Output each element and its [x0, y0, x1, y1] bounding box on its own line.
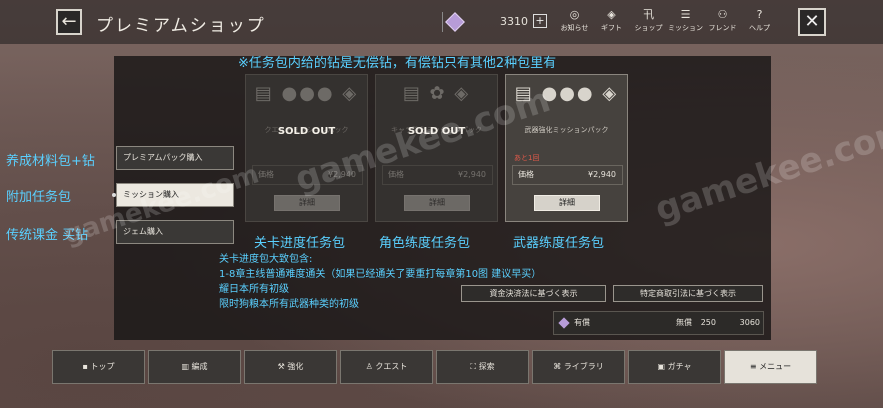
price-value: ¥2,940	[458, 170, 486, 179]
price-box: 価格 ¥2,940	[252, 165, 363, 185]
nav-label: お知らせ	[560, 24, 589, 32]
header-nav: ◎ お知らせ ◈ ギフト 卂ショップ ☰ ミッション ⚇ フレンド ? ヘルプ	[556, 8, 778, 33]
nav-gift[interactable]: ◈ ギフト	[593, 8, 630, 33]
price-label: 価格	[518, 170, 534, 179]
gem-count: 3310	[500, 15, 528, 28]
nav-label: ヘルプ	[749, 24, 770, 32]
price-label: 価格	[258, 170, 274, 179]
price-box: 価格 ¥2,940	[512, 165, 623, 185]
menu-premium-pack[interactable]: プレミアムパック購入	[116, 146, 234, 170]
close-icon: ✕	[804, 11, 820, 32]
bottom-nav-menu[interactable]: ≡ メニュー	[724, 350, 817, 384]
bottom-nav-explore[interactable]: ⛶ 探索	[436, 350, 529, 384]
annotation-notes: 关卡进度包大致包含: 1-8章主线普通难度通关（如果已经通关了要重打每章第10图…	[219, 252, 541, 312]
note-line: 关卡进度包大致包含:	[219, 254, 313, 265]
annotation-top: ※任务包内给的钻是无偿钻，有偿钻只有其他2种包里有	[238, 56, 557, 71]
nav-mission[interactable]: ☰ ミッション	[667, 8, 704, 33]
pack-icon: ▤ ✿ ◈	[402, 83, 471, 104]
pack-name: 武器強化ミッションパック	[524, 126, 609, 134]
bottom-nav-quest[interactable]: ♙ クエスト	[340, 350, 433, 384]
detail-button[interactable]: 詳細	[404, 195, 470, 211]
header-divider	[442, 12, 443, 32]
pack-icon: ▤ ●●● ◈	[254, 83, 359, 104]
gem-icon	[558, 317, 570, 329]
pack-card-character[interactable]: ▤ ✿ ◈ キャラ強化ミッションパック SOLD OUT 価格 ¥2,940 詳細	[375, 74, 498, 222]
page-title: プレミアムショップ	[96, 16, 266, 36]
paid-label: 有償	[574, 318, 590, 327]
back-arrow-icon: ←	[61, 11, 77, 32]
caption-quest-pack: 关卡进度任务包	[254, 236, 346, 251]
nav-label: ミッション	[668, 24, 703, 32]
nav-label: ショップ	[634, 24, 663, 32]
detail-button[interactable]: 詳細	[274, 195, 340, 211]
pack-card-quest[interactable]: ▤ ●●● ◈ クエストミッションパック SOLD OUT 価格 ¥2,940 詳…	[245, 74, 368, 222]
nav-friend[interactable]: ⚇ フレンド	[704, 8, 741, 33]
bottom-nav: ▪ トップ ▥ 編成 ⚒ 強化 ♙ クエスト ⛶ 探索 ⌘ ライブラリ ▣ ガチ…	[52, 350, 817, 384]
friend-icon: ⚇	[717, 8, 728, 21]
pack-card-weapon[interactable]: ▤ ●●● ◈ 武器強化ミッションパック あと1回 価格 ¥2,940 詳細	[505, 74, 628, 222]
caption-character-pack: 角色练度任务包	[379, 236, 471, 251]
gem-balance: 有償 250 無償 3060	[553, 311, 764, 335]
bottom-nav-top[interactable]: ▪ トップ	[52, 350, 145, 384]
detail-button[interactable]: 詳細	[534, 195, 600, 211]
menu-mission-purchase[interactable]: ミッション購入	[116, 183, 234, 207]
close-button[interactable]: ✕	[798, 8, 826, 36]
pack-icon: ▤ ●●● ◈	[514, 83, 619, 104]
price-value: ¥2,940	[328, 170, 356, 179]
menu-gem-purchase[interactable]: ジェム購入	[116, 220, 234, 244]
sold-out-label: SOLD OUT	[277, 126, 336, 137]
annotation-mission: 附加任务包	[6, 190, 72, 205]
shop-icon: 卂	[643, 8, 654, 21]
bottom-nav-library[interactable]: ⌘ ライブラリ	[532, 350, 625, 384]
purchase-limit: あと1回	[514, 154, 540, 162]
free-label: 無償	[676, 318, 692, 327]
nav-help[interactable]: ? ヘルプ	[741, 8, 778, 33]
bottom-nav-formation[interactable]: ▥ 編成	[148, 350, 241, 384]
bottom-nav-gacha[interactable]: ▣ ガチャ	[628, 350, 721, 384]
commerce-law-button[interactable]: 特定商取引法に基づく表示	[613, 285, 763, 302]
gem-icon	[445, 12, 465, 32]
bottom-nav-enhance[interactable]: ⚒ 強化	[244, 350, 337, 384]
price-value: ¥2,940	[588, 170, 616, 179]
sold-out-label: SOLD OUT	[407, 126, 466, 137]
note-line: 1-8章主线普通难度通关（如果已经通关了要重打每章第10图 建议早买）	[219, 269, 542, 280]
annotation-premium: 养成材料包+钻	[6, 154, 95, 169]
add-gem-button[interactable]: +	[533, 14, 547, 28]
nav-label: フレンド	[708, 24, 737, 32]
selected-indicator	[112, 193, 116, 197]
price-box: 価格 ¥2,940	[382, 165, 493, 185]
payment-law-button[interactable]: 資金決済法に基づく表示	[461, 285, 606, 302]
price-label: 価格	[388, 170, 404, 179]
help-icon: ?	[756, 8, 763, 21]
nav-shop[interactable]: 卂ショップ	[630, 8, 667, 33]
notice-icon: ◎	[569, 8, 580, 21]
nav-label: ギフト	[601, 24, 622, 32]
mission-icon: ☰	[680, 8, 691, 21]
free-value: 3060	[739, 318, 760, 327]
caption-weapon-pack: 武器练度任务包	[513, 236, 605, 251]
annotation-gem: 传统课金 买钻	[6, 228, 89, 243]
header-bar: ← プレミアムショップ 3310 + ◎ お知らせ ◈ ギフト 卂ショップ ☰ ミッシ…	[0, 0, 883, 44]
back-button[interactable]: ←	[56, 9, 82, 35]
nav-notice[interactable]: ◎ お知らせ	[556, 8, 593, 33]
gift-icon: ◈	[607, 8, 616, 21]
